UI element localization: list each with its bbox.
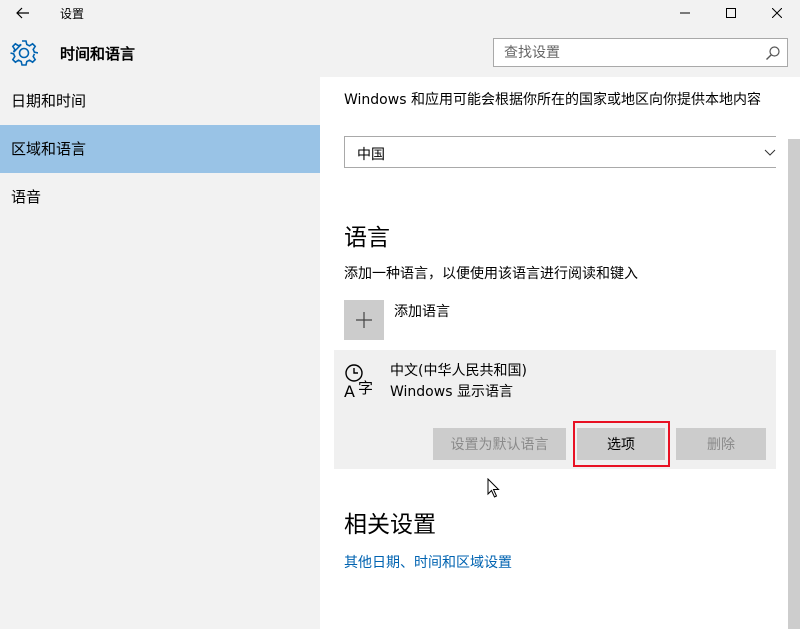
window-title: 设置 [60, 7, 85, 21]
back-arrow-icon [16, 7, 29, 19]
search-input[interactable] [494, 39, 744, 66]
page-title: 时间和语言 [60, 45, 136, 63]
language-subtitle: Windows 显示语言 [390, 384, 513, 400]
language-time-icon: A 字 [344, 364, 373, 399]
svg-text:A: A [344, 382, 355, 399]
chevron-down-icon [764, 149, 776, 156]
region-description: Windows 和应用可能会根据你所在的国家或地区向你提供本地内容 [344, 92, 761, 108]
remove-button[interactable]: 删除 [676, 428, 766, 460]
search-icon[interactable] [765, 45, 781, 61]
gear-icon [10, 40, 38, 66]
scrollbar[interactable] [788, 77, 800, 629]
add-language-label[interactable]: 添加语言 [394, 301, 450, 321]
minimize-icon [680, 12, 690, 14]
close-button[interactable] [754, 0, 800, 26]
scrollbar-thumb[interactable] [788, 139, 800, 629]
region-dropdown[interactable]: 中国 [344, 136, 776, 168]
add-language-button[interactable] [344, 300, 384, 340]
related-settings-heading: 相关设置 [344, 512, 436, 538]
page-header: 时间和语言 [0, 26, 800, 77]
search-box[interactable] [493, 38, 788, 67]
close-icon [772, 8, 782, 18]
language-heading: 语言 [344, 225, 390, 251]
language-item[interactable]: A 字 中文(中华人民共和国) Windows 显示语言 设置为默认语言 选项 … [334, 350, 776, 469]
main-content: Windows 和应用可能会根据你所在的国家或地区向你提供本地内容 中国 语言 … [320, 77, 788, 629]
language-name: 中文(中华人民共和国) [390, 363, 527, 379]
sidebar-item-speech[interactable]: 语音 [0, 173, 320, 221]
svg-text:字: 字 [358, 379, 373, 397]
mouse-cursor-icon [487, 478, 500, 498]
maximize-icon [726, 8, 736, 18]
sidebar-item-date-time[interactable]: 日期和时间 [0, 77, 320, 125]
sidebar: 日期和时间 区域和语言 语音 [0, 77, 320, 629]
region-selected-value: 中国 [357, 147, 385, 163]
back-button[interactable] [0, 0, 46, 26]
language-description: 添加一种语言，以便使用该语言进行阅读和键入 [344, 266, 638, 282]
plus-icon [356, 312, 372, 328]
other-date-time-region-link[interactable]: 其他日期、时间和区域设置 [344, 552, 512, 572]
set-default-language-button[interactable]: 设置为默认语言 [433, 428, 566, 460]
maximize-button[interactable] [708, 0, 754, 26]
sidebar-item-region-language[interactable]: 区域和语言 [0, 125, 320, 173]
minimize-button[interactable] [662, 0, 708, 26]
title-bar: 设置 [0, 0, 800, 26]
options-highlight-box [573, 421, 670, 467]
